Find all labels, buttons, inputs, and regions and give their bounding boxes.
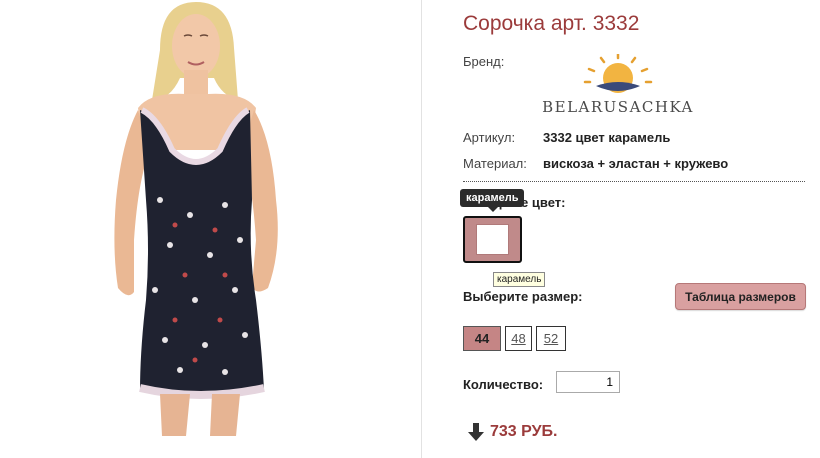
model-photo-illustration bbox=[114, 2, 278, 436]
brand-label: Бренд: bbox=[463, 54, 505, 69]
color-tooltip-light: карамель bbox=[493, 272, 546, 287]
product-title: Сорочка арт. 3332 bbox=[463, 12, 640, 35]
price-value: 733 РУБ. bbox=[490, 423, 558, 440]
article-label: Артикул: bbox=[463, 130, 516, 145]
material-value: вискоза + эластан + кружево bbox=[543, 156, 729, 171]
color-tooltip-dark: карамель bbox=[460, 189, 525, 212]
product-photo bbox=[0, 0, 420, 458]
size-option-44[interactable]: 44 bbox=[463, 326, 501, 351]
material-row: Материал: вискоза + эластан + кружево bbox=[463, 156, 728, 171]
brand-name: BELARUSACHKA bbox=[542, 98, 694, 116]
quantity-label: Количество: bbox=[463, 377, 544, 392]
price-block: 733 РУБ. bbox=[466, 422, 558, 442]
color-swatch-caramel[interactable] bbox=[463, 216, 522, 263]
choose-size-label: Выберите размер: bbox=[463, 289, 583, 304]
size-options: 44 48 52 bbox=[463, 326, 566, 351]
material-label: Материал: bbox=[463, 156, 527, 171]
quantity-input[interactable] bbox=[556, 371, 620, 393]
down-arrow-icon bbox=[468, 423, 484, 441]
brand-logo[interactable]: BELARUSACHKA bbox=[540, 54, 696, 120]
size-option-48[interactable]: 48 bbox=[505, 326, 532, 351]
article-value: 3332 цвет карамель bbox=[543, 130, 671, 145]
article-row: Артикул: 3332 цвет карамель bbox=[463, 130, 670, 145]
dotted-divider bbox=[463, 181, 805, 182]
vertical-divider bbox=[421, 0, 422, 458]
color-swatch-preview bbox=[476, 224, 509, 255]
size-table-button[interactable]: Таблица размеров bbox=[675, 283, 806, 310]
size-option-52[interactable]: 52 bbox=[536, 326, 566, 351]
sun-logo-icon bbox=[583, 54, 653, 93]
